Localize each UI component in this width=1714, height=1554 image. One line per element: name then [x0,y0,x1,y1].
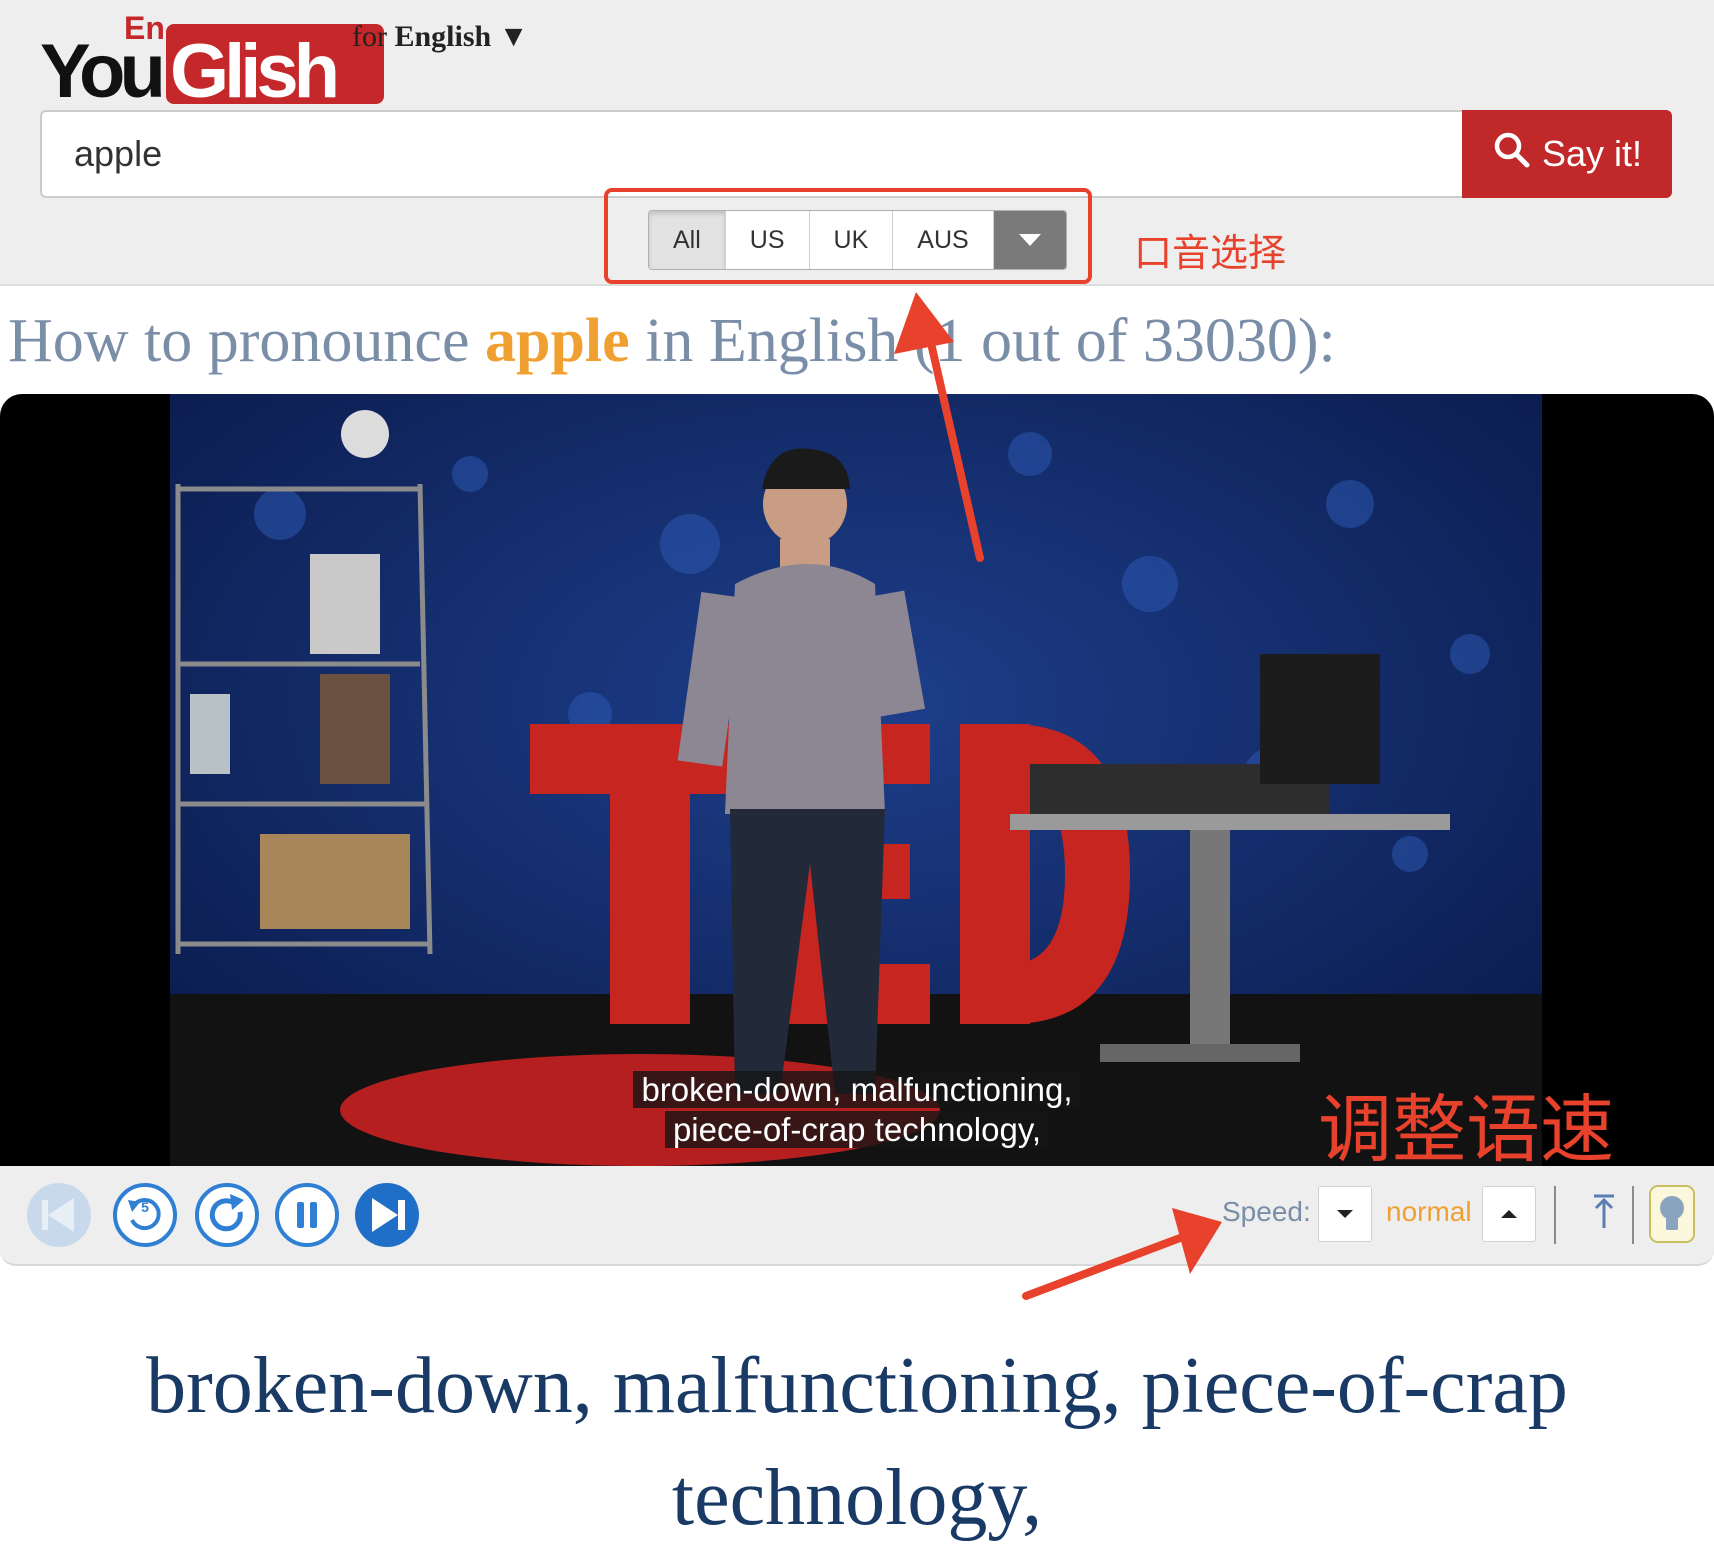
scroll-top-button[interactable] [1576,1186,1632,1242]
controls-divider [1632,1186,1634,1244]
search-icon [1492,130,1532,179]
previous-button[interactable] [24,1180,94,1250]
caret-down-icon [1337,1210,1353,1218]
rewind-5-button[interactable]: 5 [110,1180,180,1250]
annotation-accent-select: 口音选择 [1134,231,1287,275]
caret-up-icon [1501,1210,1517,1218]
accent-highlight-box [604,188,1092,284]
skip-previous-icon [27,1183,91,1247]
sentence-caption: broken-down, malfunctioning, piece-of-cr… [146,1342,1568,1542]
annotation-adjust-speed: 调整语速 [1318,1087,1614,1166]
svg-text:5: 5 [141,1199,149,1215]
language-switcher[interactable]: for English ▼ [352,20,528,54]
arrow-to-top-icon [1594,1194,1614,1228]
video-frame [170,394,1542,1166]
search-input[interactable] [40,110,1464,198]
controls-divider [1554,1186,1556,1244]
page-title: How to pronounce apple in English (1 out… [8,306,1336,377]
logo-en-text: En [124,10,165,46]
speed-value: normal [1386,1196,1472,1227]
player-controls: 5 Speed: normal [0,1166,1714,1266]
speed-up-button[interactable] [1482,1186,1536,1242]
youglish-logo[interactable]: You Glish En [40,12,384,114]
title-prefix: How to pronounce [8,307,470,375]
replay-button[interactable] [192,1180,262,1250]
hint-button[interactable] [1648,1184,1696,1244]
language-name: English [394,20,492,53]
title-keyword: apple [484,307,630,375]
annotation-arrow-up [894,292,984,562]
caret-down-icon: ▼ [498,20,529,53]
pause-icon [275,1183,339,1247]
replay-5-icon: 5 [113,1183,177,1247]
annotation-arrow-right [1022,1208,1222,1300]
subtitle-line-2: piece-of-crap technology, [664,1111,1050,1148]
language-prefix: for [352,20,387,53]
logo-glish-text: Glish [170,29,340,114]
video-player[interactable]: broken-down, malfunctioning, piece-of-cr… [0,394,1714,1166]
pause-button[interactable] [272,1180,342,1250]
replay-icon [195,1183,259,1247]
lightbulb-icon [1649,1185,1695,1243]
say-it-label: Say it! [1541,133,1643,174]
speed-down-button[interactable] [1318,1186,1372,1242]
subtitle-line-1: broken-down, malfunctioning, [633,1071,1081,1108]
say-it-button[interactable]: Say it! [1462,110,1672,198]
skip-next-icon [355,1183,419,1247]
next-button[interactable] [352,1180,422,1250]
